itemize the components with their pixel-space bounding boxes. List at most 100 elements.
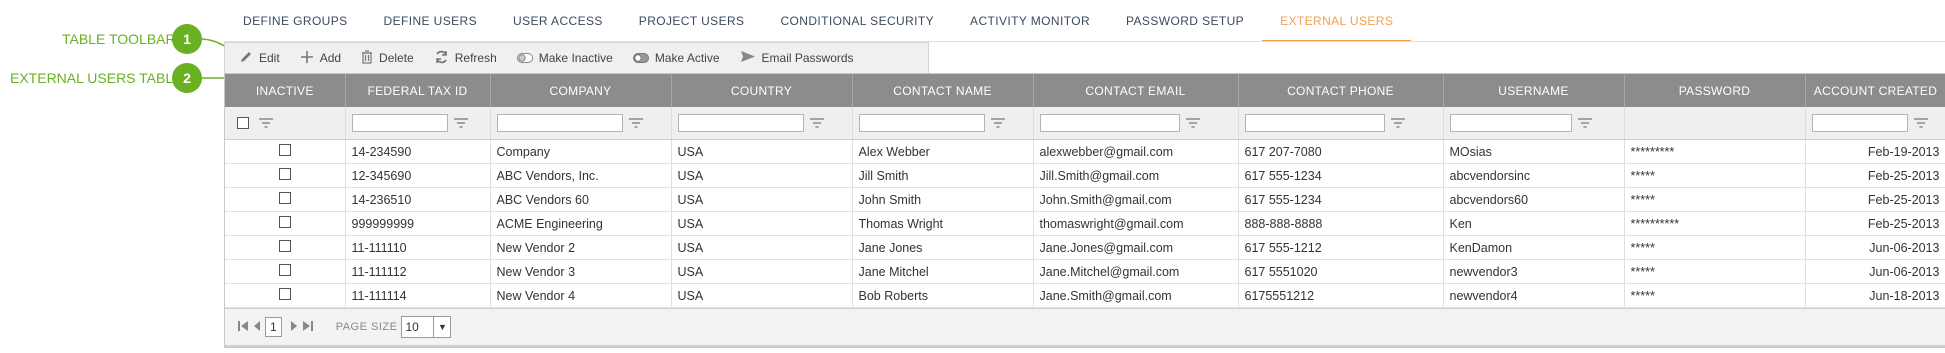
- password-cell: *****: [1624, 163, 1806, 188]
- account-created-cell: Feb-19-2013: [1805, 139, 1945, 164]
- callout-table-toolbar: TABLE TOOLBAR: [62, 24, 176, 54]
- make-inactive-button[interactable]: Make Inactive: [516, 50, 613, 66]
- inactive-checkbox[interactable]: [278, 216, 291, 228]
- filter-input-country[interactable]: [677, 113, 804, 132]
- column-header-country[interactable]: COUNTRY: [671, 74, 853, 107]
- tab-bar: DEFINE GROUPS DEFINE USERS USER ACCESS P…: [225, 0, 1412, 42]
- column-header-account-created[interactable]: ACCOUNT CREATED: [1805, 74, 1945, 107]
- inactive-checkbox[interactable]: [278, 192, 291, 204]
- column-header-password[interactable]: PASSWORD: [1624, 74, 1806, 107]
- column-header-company[interactable]: COMPANY: [490, 74, 672, 107]
- account-created-cell: Feb-25-2013: [1805, 163, 1945, 188]
- next-page-icon[interactable]: [290, 319, 298, 336]
- contact-email-cell: Jane.Jones@gmail.com: [1033, 235, 1239, 260]
- tab-conditional-security[interactable]: CONDITIONAL SECURITY: [762, 0, 952, 40]
- edit-button[interactable]: Edit: [239, 50, 280, 67]
- filter-icon[interactable]: [990, 118, 1005, 128]
- page-size-label: PAGE SIZE: [335, 321, 398, 333]
- filter-icon[interactable]: [1390, 118, 1405, 128]
- filter-icon[interactable]: [809, 118, 824, 128]
- filter-input-account-created[interactable]: [1811, 113, 1908, 132]
- current-page-number[interactable]: 1: [265, 317, 282, 337]
- make-active-button[interactable]: Make Active: [632, 50, 720, 66]
- username-cell: MOsias: [1443, 139, 1625, 164]
- contact-name-cell: John Smith: [852, 187, 1034, 212]
- page-size-select[interactable]: 10 ▼: [401, 316, 452, 338]
- country-cell: USA: [671, 187, 853, 212]
- federal-tax-id-cell: 12-345690: [345, 163, 491, 188]
- trash-icon: [361, 49, 373, 67]
- country-cell: USA: [671, 235, 853, 260]
- filter-input-company[interactable]: [496, 113, 623, 132]
- email-passwords-button[interactable]: Email Passwords: [740, 50, 854, 66]
- column-header-contact-email[interactable]: CONTACT EMAIL: [1033, 74, 1239, 107]
- table-row[interactable]: 999999999 ACME Engineering USA Thomas Wr…: [225, 211, 1945, 236]
- add-button[interactable]: Add: [300, 50, 341, 67]
- country-cell: USA: [671, 211, 853, 236]
- chevron-down-icon[interactable]: ▼: [433, 317, 450, 337]
- tab-user-access[interactable]: USER ACCESS: [495, 0, 621, 40]
- tab-activity-monitor[interactable]: ACTIVITY MONITOR: [952, 0, 1108, 40]
- table-row[interactable]: 12-345690 ABC Vendors, Inc. USA Jill Smi…: [225, 163, 1945, 188]
- callout-label: TABLE TOOLBAR: [62, 31, 176, 47]
- toggle-on-icon: [632, 50, 649, 66]
- previous-page-icon[interactable]: [253, 319, 261, 336]
- filter-input-federal-tax-id[interactable]: [351, 113, 448, 132]
- table-row[interactable]: 11-111114 New Vendor 4 USA Bob Roberts J…: [225, 283, 1945, 308]
- username-cell: Ken: [1443, 211, 1625, 236]
- contact-name-cell: Thomas Wright: [852, 211, 1034, 236]
- federal-tax-id-cell: 14-236510: [345, 187, 491, 212]
- federal-tax-id-cell: 11-111114: [345, 283, 491, 308]
- table-row[interactable]: 14-234590 Company USA Alex Webber alexwe…: [225, 139, 1945, 164]
- tab-password-setup[interactable]: PASSWORD SETUP: [1108, 0, 1262, 40]
- callout-number-badge: 2: [172, 63, 202, 93]
- table-row[interactable]: 14-236510 ABC Vendors 60 USA John Smith …: [225, 187, 1945, 212]
- inactive-checkbox[interactable]: [278, 288, 291, 300]
- filter-input-username[interactable]: [1449, 113, 1572, 132]
- column-header-contact-phone[interactable]: CONTACT PHONE: [1238, 74, 1444, 107]
- filter-icon[interactable]: [1185, 118, 1200, 128]
- table-row[interactable]: 11-111110 New Vendor 2 USA Jane Jones Ja…: [225, 235, 1945, 260]
- filter-input-contact-phone[interactable]: [1244, 113, 1385, 132]
- inactive-checkbox[interactable]: [278, 168, 291, 180]
- callout-label: EXTERNAL USERS TABLE: [10, 70, 183, 86]
- filter-icon[interactable]: [1577, 118, 1592, 128]
- callout-leader-line: [200, 77, 224, 79]
- tab-project-users[interactable]: PROJECT USERS: [621, 0, 763, 40]
- column-header-inactive[interactable]: INACTIVE: [225, 74, 346, 107]
- column-header-username[interactable]: USERNAME: [1443, 74, 1625, 107]
- plus-icon: [300, 50, 314, 67]
- filter-icon[interactable]: [628, 118, 643, 128]
- tab-define-users[interactable]: DEFINE USERS: [366, 0, 495, 40]
- users-grid: INACTIVE FEDERAL TAX ID COMPANY COUNTRY …: [225, 74, 1945, 308]
- filter-checkbox[interactable]: [237, 116, 249, 129]
- company-cell: New Vendor 2: [490, 235, 672, 260]
- tab-define-groups[interactable]: DEFINE GROUPS: [225, 0, 366, 40]
- table-toolbar: Edit Add Delete Refresh Make Inactive Ma…: [224, 42, 929, 73]
- column-header-federal-tax-id[interactable]: FEDERAL TAX ID: [345, 74, 491, 107]
- company-cell: ACME Engineering: [490, 211, 672, 236]
- refresh-icon: [434, 50, 449, 67]
- inactive-checkbox[interactable]: [278, 264, 291, 276]
- column-header-contact-name[interactable]: CONTACT NAME: [852, 74, 1034, 107]
- filter-icon[interactable]: [259, 118, 274, 128]
- table-row[interactable]: 11-111112 New Vendor 3 USA Jane Mitchel …: [225, 259, 1945, 284]
- refresh-button[interactable]: Refresh: [434, 50, 497, 67]
- contact-name-cell: Alex Webber: [852, 139, 1034, 164]
- company-cell: New Vendor 4: [490, 283, 672, 308]
- first-page-icon[interactable]: [237, 319, 249, 336]
- country-cell: USA: [671, 163, 853, 188]
- password-cell: *****: [1624, 259, 1806, 284]
- inactive-checkbox[interactable]: [278, 144, 291, 156]
- delete-button[interactable]: Delete: [361, 49, 414, 67]
- contact-email-cell: John.Smith@gmail.com: [1033, 187, 1239, 212]
- filter-icon[interactable]: [1913, 118, 1928, 128]
- tab-external-users[interactable]: EXTERNAL USERS: [1262, 0, 1412, 42]
- filter-icon[interactable]: [453, 118, 468, 128]
- account-created-cell: Jun-06-2013: [1805, 235, 1945, 260]
- filter-input-contact-email[interactable]: [1039, 113, 1180, 132]
- contact-email-cell: Jill.Smith@gmail.com: [1033, 163, 1239, 188]
- filter-input-contact-name[interactable]: [858, 113, 985, 132]
- last-page-icon[interactable]: [302, 319, 314, 336]
- inactive-checkbox[interactable]: [278, 240, 291, 252]
